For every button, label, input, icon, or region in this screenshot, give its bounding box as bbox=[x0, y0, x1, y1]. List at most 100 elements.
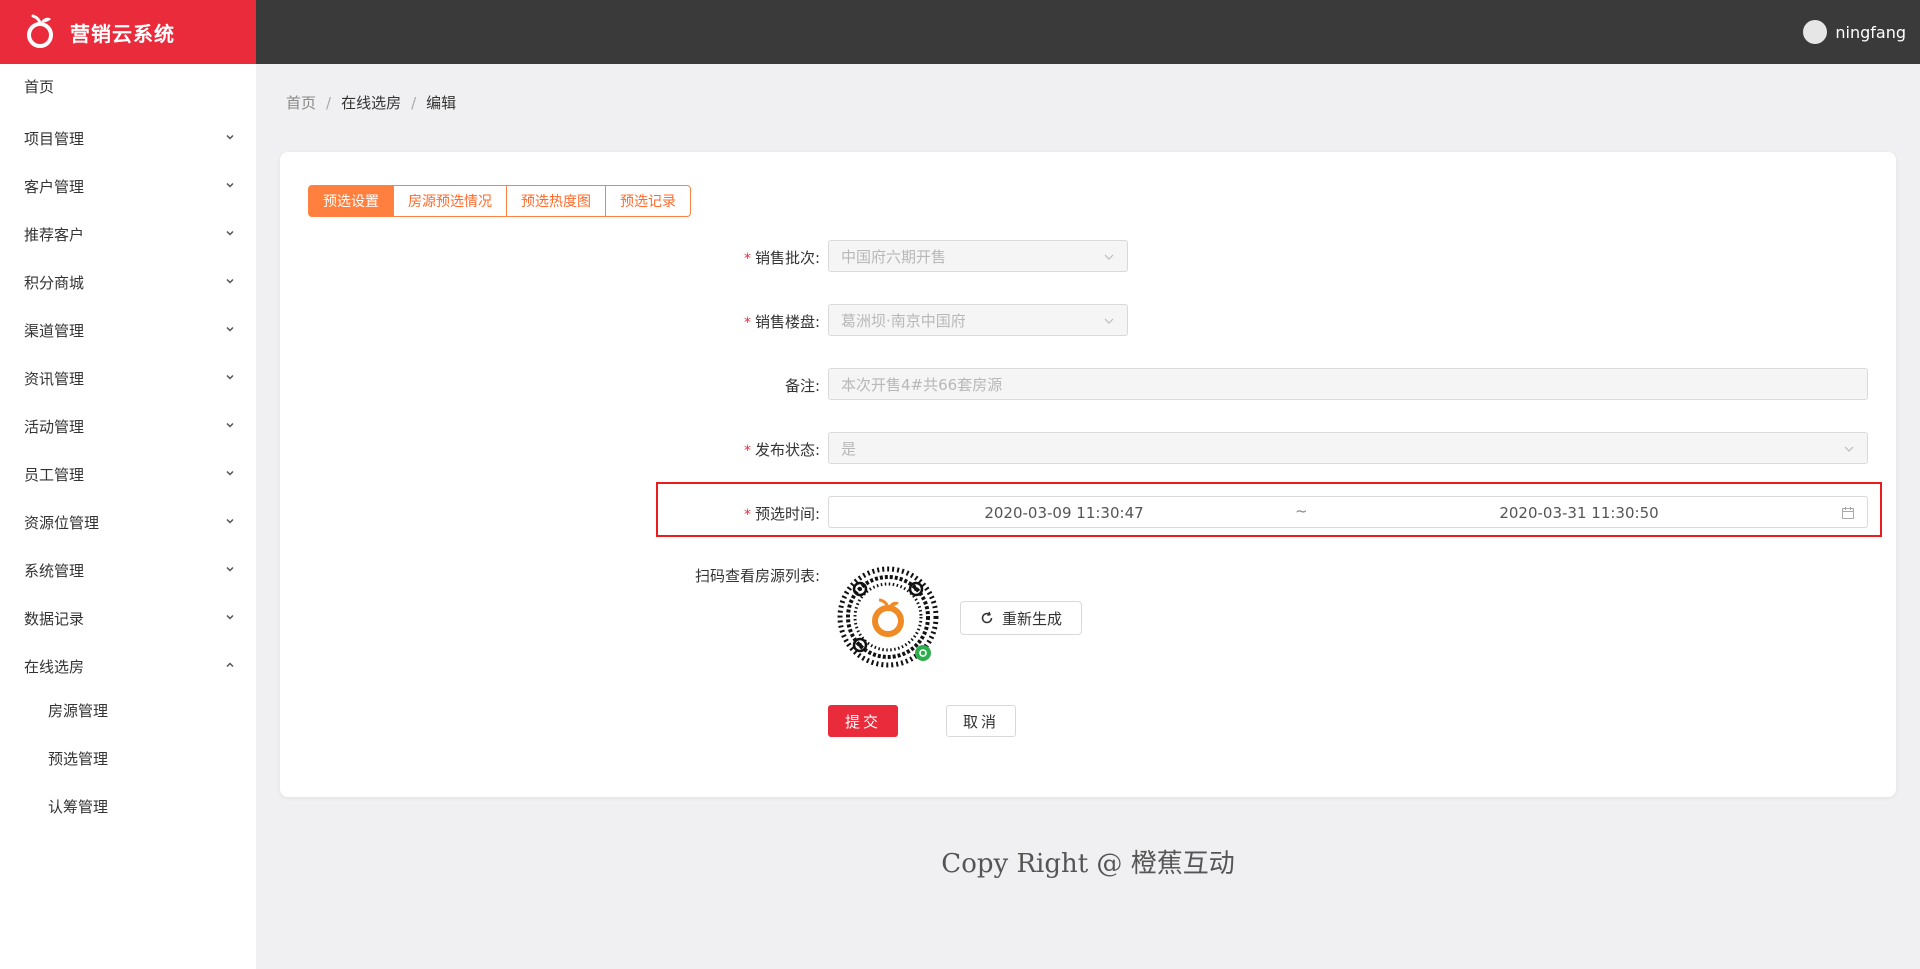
sidebar-item-label: 客户管理 bbox=[24, 177, 85, 196]
submit-button[interactable]: 提交 bbox=[828, 705, 898, 737]
required-mark: * bbox=[743, 315, 751, 331]
sidebar-subitem-label: 房源管理 bbox=[48, 701, 109, 720]
status-select[interactable]: 是 bbox=[828, 432, 1868, 464]
qr-code bbox=[837, 566, 939, 668]
chevron-down-icon bbox=[226, 278, 234, 284]
sidebar-item-label: 员工管理 bbox=[24, 465, 85, 484]
chevron-down-icon bbox=[1104, 318, 1114, 324]
breadcrumb-current: 编辑 bbox=[426, 94, 457, 112]
breadcrumb-separator: / bbox=[411, 93, 417, 112]
avatar bbox=[1803, 20, 1828, 44]
app-title: 营销云系统 bbox=[70, 21, 175, 46]
sidebar-item-label: 资源位管理 bbox=[24, 513, 100, 532]
remark-label-text: 备注: bbox=[784, 377, 820, 395]
sidebar-item-label: 首页 bbox=[24, 77, 55, 96]
sidebar-item-online-selection[interactable]: 在线选房 bbox=[0, 646, 256, 686]
logo-area[interactable]: 营销云系统 bbox=[0, 0, 256, 64]
time-label: * 预选时间: bbox=[490, 503, 820, 524]
sidebar-item-projects[interactable]: 项目管理 bbox=[0, 118, 256, 158]
sidebar: 首页 项目管理 客户管理 推荐客户 积分商城 渠道管理 资讯管理 活动管理 员工… bbox=[0, 64, 256, 969]
sidebar-item-system[interactable]: 系统管理 bbox=[0, 550, 256, 590]
chevron-down-icon bbox=[226, 470, 234, 476]
status-label-text: 发布状态: bbox=[754, 441, 820, 459]
sidebar-item-label: 数据记录 bbox=[24, 609, 85, 628]
chevron-down-icon bbox=[226, 422, 234, 428]
sidebar-item-label: 推荐客户 bbox=[24, 225, 85, 244]
breadcrumb: 首页 / 在线选房 / 编辑 bbox=[286, 92, 456, 113]
batch-value: 中国府六期开售 bbox=[841, 247, 947, 266]
sidebar-item-data-records[interactable]: 数据记录 bbox=[0, 598, 256, 638]
qr-label: 扫码查看房源列表: bbox=[490, 565, 820, 586]
required-mark: * bbox=[743, 251, 751, 267]
remark-label: 备注: bbox=[490, 375, 820, 396]
status-label: * 发布状态: bbox=[490, 439, 820, 460]
sidebar-item-resource-slots[interactable]: 资源位管理 bbox=[0, 502, 256, 542]
breadcrumb-home[interactable]: 首页 bbox=[286, 92, 316, 113]
sidebar-item-staff[interactable]: 员工管理 bbox=[0, 454, 256, 494]
chevron-up-icon bbox=[226, 662, 234, 668]
chevron-down-icon bbox=[226, 182, 234, 188]
time-label-text: 预选时间: bbox=[754, 505, 820, 523]
user-menu[interactable]: ningfang bbox=[1803, 0, 1906, 64]
regenerate-label: 重新生成 bbox=[1001, 609, 1062, 628]
sidebar-subitem-preselection[interactable]: 预选管理 bbox=[0, 738, 256, 778]
sidebar-subitem-label: 认筹管理 bbox=[48, 797, 109, 816]
sidebar-item-channels[interactable]: 渠道管理 bbox=[0, 310, 256, 350]
batch-label-text: 销售批次: bbox=[754, 249, 820, 267]
batch-select[interactable]: 中国府六期开售 bbox=[828, 240, 1128, 272]
remark-input[interactable]: 本次开售4#共66套房源 bbox=[828, 368, 1868, 400]
form-card: 预选设置 房源预选情况 预选热度图 预选记录 * 销售批次: 中国府六期开售 * 销… bbox=[280, 152, 1896, 797]
chevron-down-icon bbox=[226, 566, 234, 572]
sidebar-item-home[interactable]: 首页 bbox=[0, 66, 256, 106]
breadcrumb-separator: / bbox=[326, 93, 332, 112]
sidebar-item-label: 系统管理 bbox=[24, 561, 85, 580]
tab-preselection-records[interactable]: 预选记录 bbox=[605, 185, 691, 217]
sidebar-subitem-units[interactable]: 房源管理 bbox=[0, 690, 256, 730]
sidebar-item-label: 在线选房 bbox=[24, 657, 85, 676]
sidebar-item-referrals[interactable]: 推荐客户 bbox=[0, 214, 256, 254]
property-label: * 销售楼盘: bbox=[490, 311, 820, 332]
chevron-down-icon bbox=[226, 518, 234, 524]
sidebar-subitem-subscription[interactable]: 认筹管理 bbox=[0, 786, 256, 826]
property-select[interactable]: 葛洲坝·南京中国府 bbox=[828, 304, 1128, 336]
breadcrumb-section[interactable]: 在线选房 bbox=[341, 92, 401, 113]
property-value: 葛洲坝·南京中国府 bbox=[841, 311, 966, 330]
date-start[interactable]: 2020-03-09 11:30:47 bbox=[829, 504, 1299, 522]
remark-value: 本次开售4#共66套房源 bbox=[841, 375, 1003, 394]
date-separator: ~ bbox=[1295, 502, 1308, 520]
date-range-picker[interactable]: 2020-03-09 11:30:47 ~ 2020-03-31 11:30:5… bbox=[828, 496, 1868, 528]
chevron-down-icon bbox=[226, 614, 234, 620]
sidebar-item-label: 积分商城 bbox=[24, 273, 85, 292]
logo-icon bbox=[27, 14, 53, 48]
chevron-down-icon bbox=[226, 326, 234, 332]
property-label-text: 销售楼盘: bbox=[754, 313, 820, 331]
batch-label: * 销售批次: bbox=[490, 247, 820, 268]
tab-preselection-settings[interactable]: 预选设置 bbox=[308, 185, 394, 217]
sidebar-item-customers[interactable]: 客户管理 bbox=[0, 166, 256, 206]
sidebar-item-activities[interactable]: 活动管理 bbox=[0, 406, 256, 446]
sidebar-item-news[interactable]: 资讯管理 bbox=[0, 358, 256, 398]
sidebar-item-label: 渠道管理 bbox=[24, 321, 85, 340]
required-mark: * bbox=[743, 507, 751, 523]
cancel-button[interactable]: 取消 bbox=[946, 705, 1016, 737]
qr-label-text: 扫码查看房源列表: bbox=[694, 567, 820, 585]
regenerate-button[interactable]: 重新生成 bbox=[960, 601, 1082, 635]
tab-bar: 预选设置 房源预选情况 预选热度图 预选记录 bbox=[308, 185, 691, 217]
tab-unit-preselection-status[interactable]: 房源预选情况 bbox=[393, 185, 507, 217]
date-end[interactable]: 2020-03-31 11:30:50 bbox=[1329, 504, 1829, 522]
sidebar-item-label: 活动管理 bbox=[24, 417, 85, 436]
refresh-icon bbox=[981, 611, 993, 624]
sidebar-subitem-label: 预选管理 bbox=[48, 749, 109, 768]
required-mark: * bbox=[743, 443, 751, 459]
footer-copyright: Copy Right @ 橙蕉互动 bbox=[941, 849, 1235, 879]
tab-preselection-heatmap[interactable]: 预选热度图 bbox=[506, 185, 606, 217]
username: ningfang bbox=[1835, 22, 1906, 42]
chevron-down-icon bbox=[226, 230, 234, 236]
status-value: 是 bbox=[841, 439, 857, 458]
chevron-down-icon bbox=[226, 374, 234, 380]
sidebar-item-label: 资讯管理 bbox=[24, 369, 85, 388]
chevron-down-icon bbox=[1104, 254, 1114, 260]
sidebar-item-points-mall[interactable]: 积分商城 bbox=[0, 262, 256, 302]
sidebar-item-label: 项目管理 bbox=[24, 129, 85, 148]
calendar-icon bbox=[1842, 507, 1854, 519]
